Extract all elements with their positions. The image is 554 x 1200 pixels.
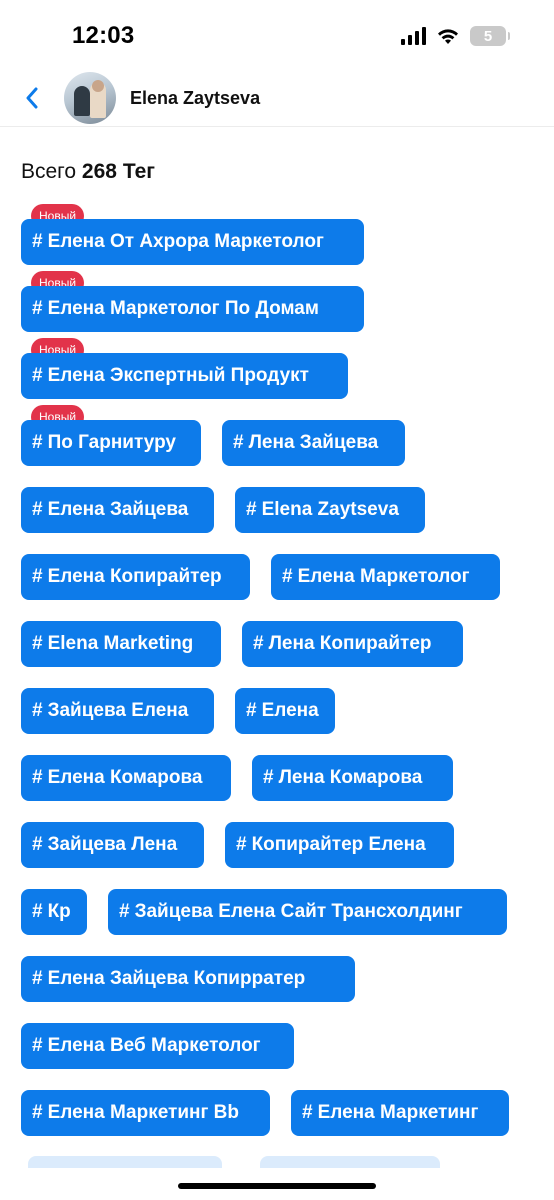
hash-icon: #: [32, 1035, 43, 1056]
signal-icon: [401, 27, 426, 45]
total-count: 268: [81, 160, 117, 183]
tag-label: По Гарнитуру: [47, 432, 176, 453]
hash-icon: #: [233, 432, 244, 453]
status-time: 12:03: [72, 22, 135, 49]
tag-chip[interactable]: # Елена Маркетинг Bb: [21, 1090, 270, 1136]
hash-icon: #: [302, 1102, 313, 1123]
hash-icon: #: [32, 231, 43, 252]
tag-chip[interactable]: # Елена Копирайтер: [21, 554, 250, 600]
back-button[interactable]: [16, 82, 48, 114]
battery-icon: 5: [470, 26, 510, 46]
tag-chip-partial[interactable]: [260, 1156, 440, 1168]
hash-icon: #: [32, 633, 43, 654]
tag-label: Elena Zaytseva: [261, 499, 399, 520]
hash-icon: #: [32, 968, 43, 989]
battery-level: 5: [483, 27, 493, 45]
tag-label: Копирайтер Елена: [251, 834, 426, 855]
tag-label: Лена Копирайтер: [268, 633, 432, 654]
tag-label: Елена Маркетинг: [317, 1102, 479, 1123]
hash-icon: #: [282, 566, 293, 587]
avatar[interactable]: [64, 72, 116, 124]
hash-icon: #: [32, 834, 43, 855]
tag-chip[interactable]: # Лена Копирайтер: [242, 621, 463, 667]
tag-chip[interactable]: # Копирайтер Елена: [225, 822, 454, 868]
hash-icon: #: [32, 298, 43, 319]
tag-label: Елена Экспертный Продукт: [47, 365, 309, 386]
tag-chip[interactable]: # Зайцева Елена: [21, 688, 214, 734]
tag-chip[interactable]: # Елена Маркетолог По Домам: [21, 286, 364, 332]
tag-chip[interactable]: # Елена Маркетолог: [271, 554, 500, 600]
tag-chip[interactable]: # Елена Веб Маркетолог: [21, 1023, 294, 1069]
tag-label: Elena Marketing: [47, 633, 194, 654]
home-indicator[interactable]: [178, 1183, 376, 1189]
tag-chip[interactable]: # Елена Экспертный Продукт: [21, 353, 348, 399]
tag-chip[interactable]: # Елена Маркетинг: [291, 1090, 509, 1136]
chat-header: Elena Zaytseva: [0, 70, 554, 127]
tag-chip-partial[interactable]: [28, 1156, 222, 1168]
total-unit: Тег: [122, 160, 156, 183]
tag-label: Елена: [261, 700, 319, 721]
hash-icon: #: [32, 432, 43, 453]
tag-label: Елена Маркетинг Bb: [47, 1102, 239, 1123]
tag-chip[interactable]: # Лена Зайцева: [222, 420, 405, 466]
wifi-icon: [438, 29, 458, 44]
tag-label: Елена Маркетолог По Домам: [47, 298, 319, 319]
tag-label: Елена Зайцева Копирратер: [47, 968, 306, 989]
tag-label: Елена Копирайтер: [47, 566, 222, 587]
hash-icon: #: [32, 1102, 43, 1123]
tag-chip[interactable]: # Елена Зайцева: [21, 487, 214, 533]
hash-icon: #: [32, 700, 43, 721]
tag-total: Всего 268 Тег: [21, 160, 155, 184]
status-icons: 5: [401, 26, 510, 46]
tag-chip[interactable]: # Елена: [235, 688, 335, 734]
tag-chip[interactable]: # Elena Marketing: [21, 621, 221, 667]
tag-label: Елена От Ахрора Маркетолог: [47, 231, 324, 252]
hash-icon: #: [32, 566, 43, 587]
tag-chip[interactable]: # Елена Зайцева Копирратер: [21, 956, 355, 1002]
tag-label: Елена Веб Маркетолог: [47, 1035, 261, 1056]
tag-chip[interactable]: # Зайцева Лена: [21, 822, 204, 868]
tag-chip[interactable]: # Елена Комарова: [21, 755, 231, 801]
chevron-left-icon: [26, 87, 38, 109]
tag-chip[interactable]: # Elena Zaytseva: [235, 487, 425, 533]
tag-label: Зайцева Лена: [47, 834, 178, 855]
tag-label: Кр: [47, 901, 71, 922]
hash-icon: #: [119, 901, 130, 922]
status-bar: 12:03 5: [0, 0, 554, 70]
hash-icon: #: [253, 633, 264, 654]
contact-name[interactable]: Elena Zaytseva: [130, 88, 260, 109]
tag-label: Лена Комарова: [278, 767, 423, 788]
tag-chip[interactable]: # По Гарнитуру: [21, 420, 201, 466]
hash-icon: #: [236, 834, 247, 855]
tag-label: Елена Маркетолог: [297, 566, 470, 587]
tag-chip[interactable]: # Кр: [21, 889, 87, 935]
hash-icon: #: [32, 767, 43, 788]
tag-label: Елена Зайцева: [47, 499, 189, 520]
tag-label: Лена Зайцева: [248, 432, 379, 453]
hash-icon: #: [32, 499, 43, 520]
tag-chip[interactable]: # Зайцева Елена Сайт Трансхолдинг: [108, 889, 507, 935]
tag-label: Зайцева Елена: [47, 700, 189, 721]
hash-icon: #: [246, 700, 257, 721]
tag-chip[interactable]: # Елена От Ахрора Маркетолог: [21, 219, 364, 265]
tag-chip[interactable]: # Лена Комарова: [252, 755, 453, 801]
total-prefix: Всего: [21, 160, 77, 183]
tag-label: Зайцева Елена Сайт Трансхолдинг: [134, 901, 463, 922]
hash-icon: #: [246, 499, 257, 520]
hash-icon: #: [32, 365, 43, 386]
hash-icon: #: [32, 901, 43, 922]
tag-label: Елена Комарова: [47, 767, 203, 788]
hash-icon: #: [263, 767, 274, 788]
